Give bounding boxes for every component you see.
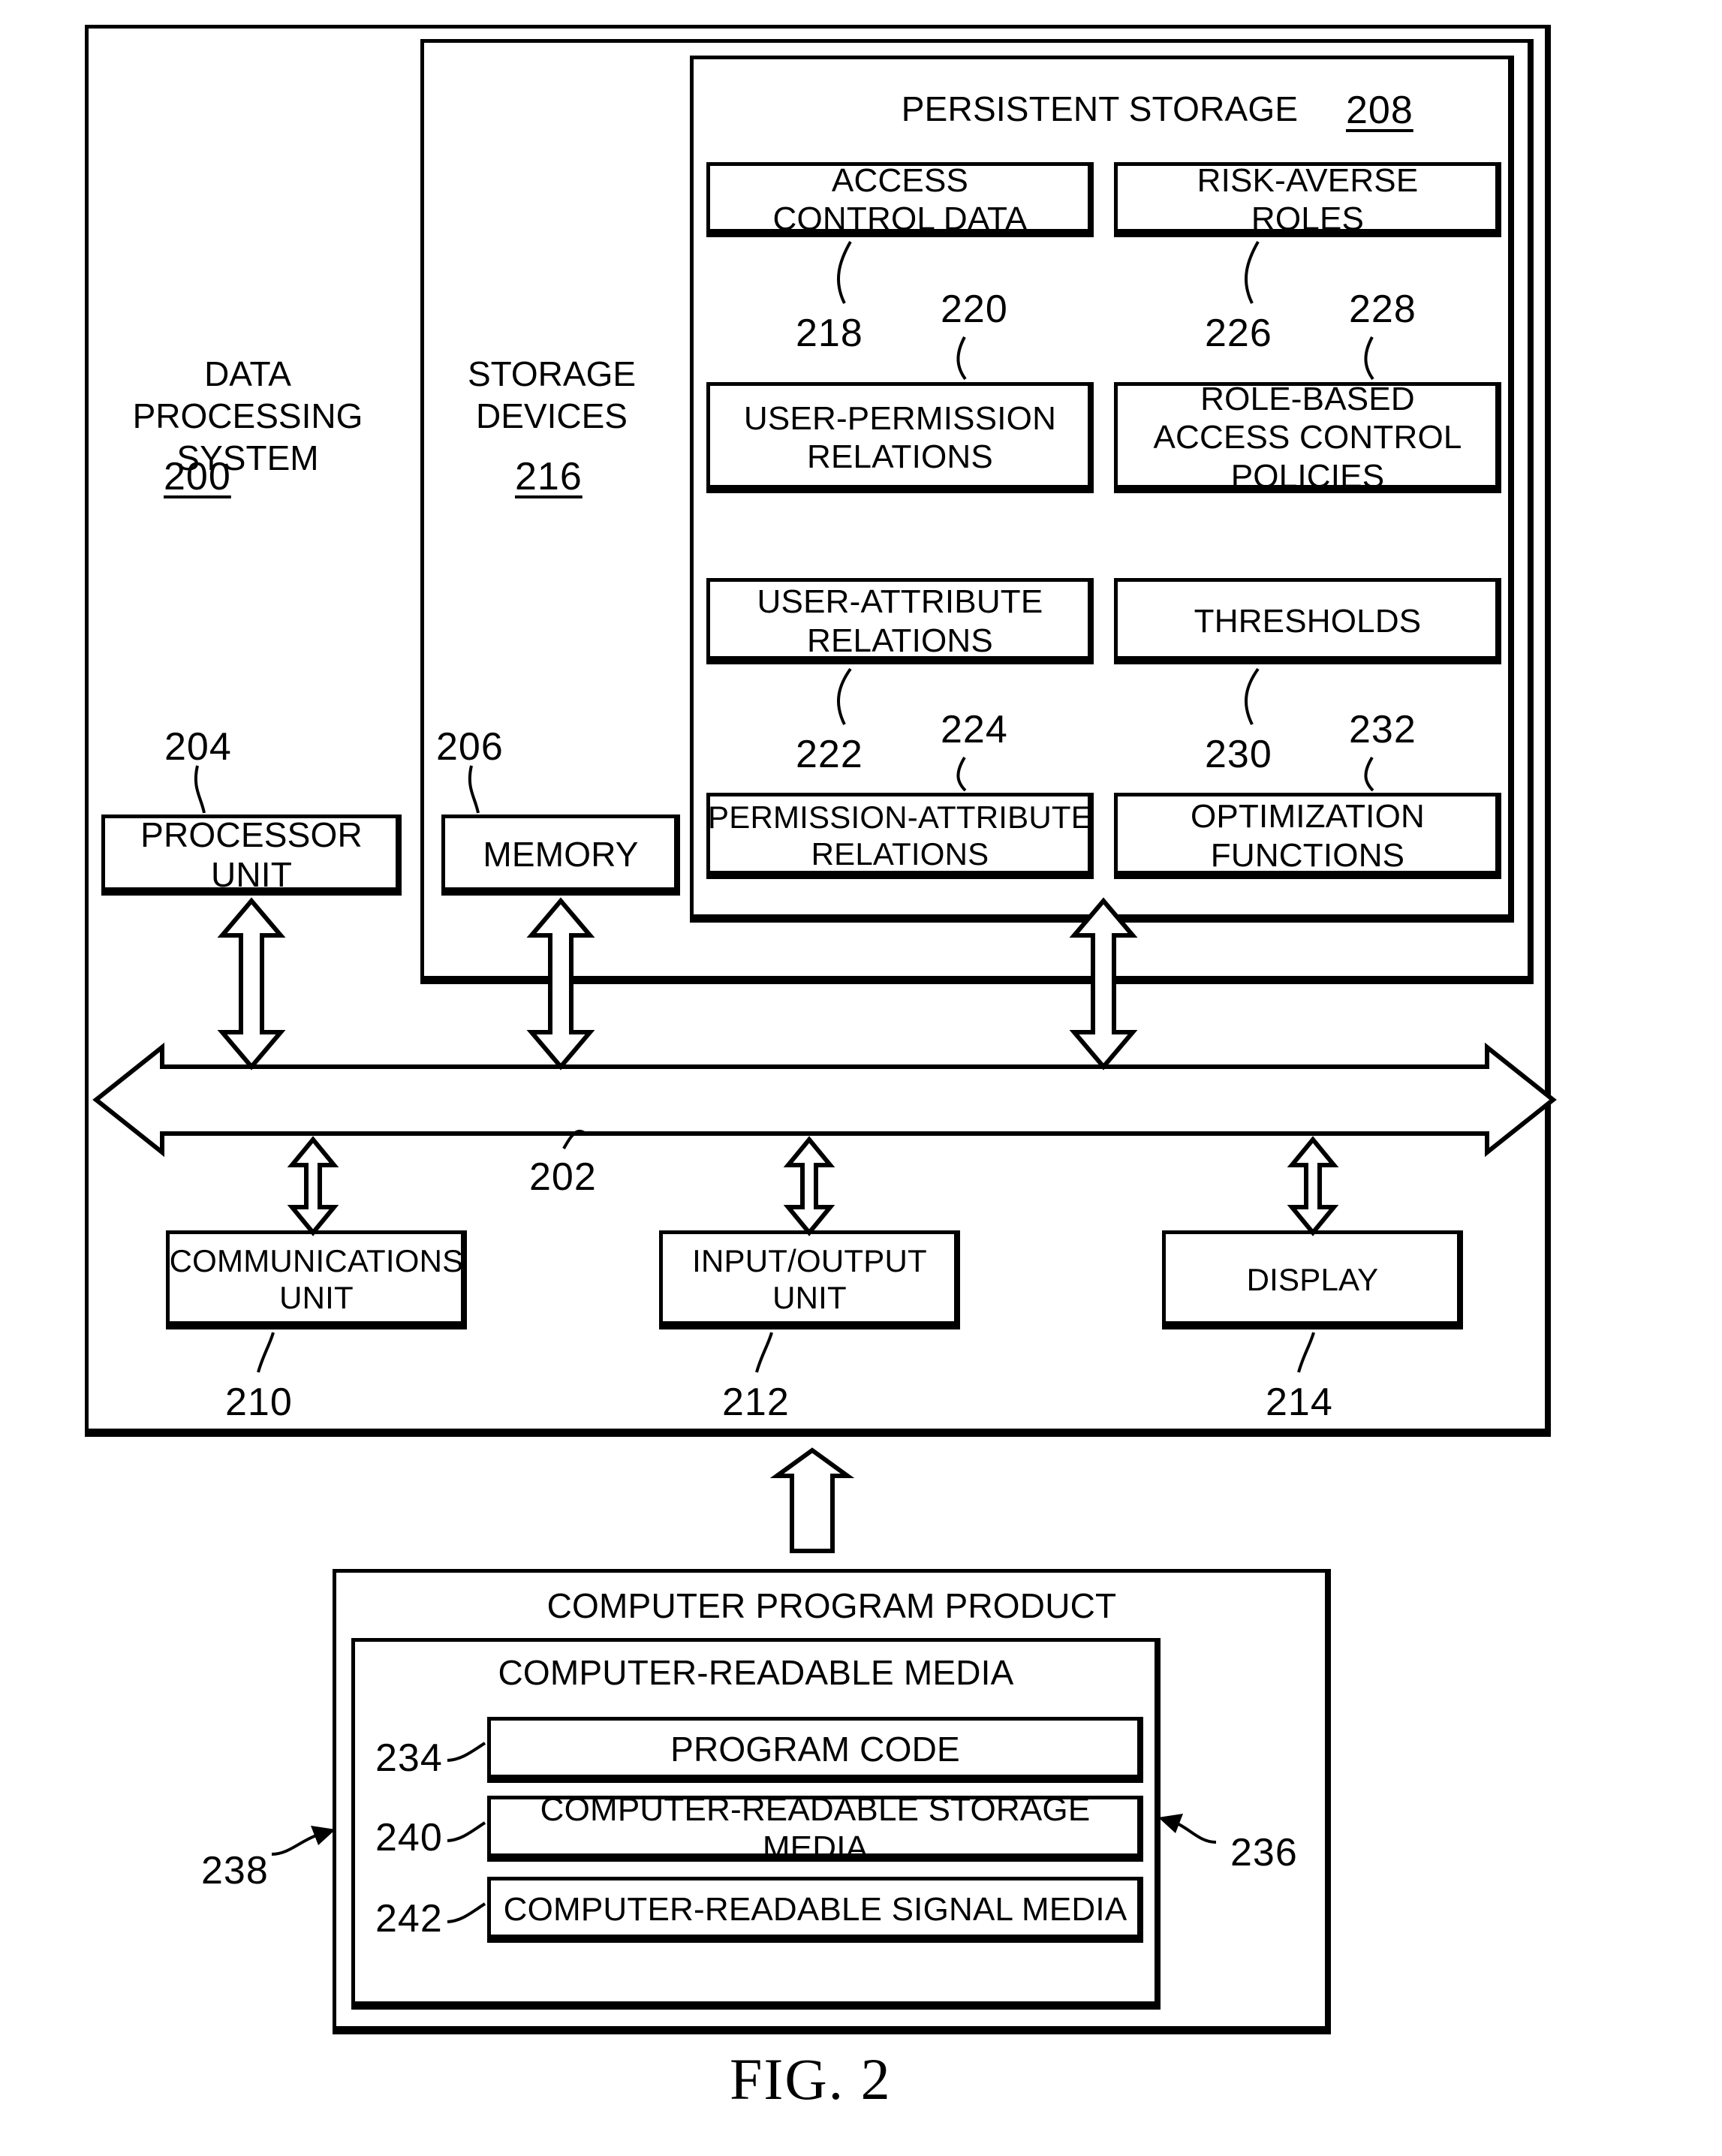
communications-unit-label: COMMUNICATIONS UNIT [169, 1243, 464, 1315]
communications-fabric-label: COMMUNICATIONS FABRIC [604, 1080, 1062, 1119]
ref-226: 226 [1205, 312, 1272, 355]
ref-214: 214 [1266, 1381, 1333, 1424]
ref-206: 206 [436, 725, 504, 769]
access-control-data-label: ACCESS CONTROL DATA [772, 161, 1028, 237]
ref-224: 224 [941, 708, 1008, 751]
ref-202: 202 [529, 1155, 597, 1199]
patent-figure-2: DATA PROCESSING SYSTEM 200 STORAGE DEVIC… [0, 0, 1722, 2156]
ref-210: 210 [225, 1381, 293, 1424]
ref-238: 238 [201, 1849, 269, 1893]
risk-averse-roles-label: RISK-AVERSE ROLES [1197, 161, 1419, 237]
ref-212: 212 [722, 1381, 790, 1424]
display-label: DISPLAY [1246, 1261, 1379, 1297]
computer-readable-storage-media-label: COMPUTER-READABLE STORAGE MEDIA [540, 1790, 1091, 1866]
ref-220: 220 [941, 288, 1008, 331]
ref-234: 234 [375, 1736, 443, 1780]
leader-238 [271, 1833, 319, 1856]
ref-236: 236 [1230, 1831, 1298, 1874]
ref-232: 232 [1349, 708, 1416, 751]
processor-unit-label: PROCESSOR UNIT [140, 815, 363, 894]
storage-devices-ref: 216 [515, 455, 583, 498]
ref-242: 242 [375, 1897, 443, 1941]
user-attribute-relations-label: USER-ATTRIBUTE RELATIONS [757, 583, 1043, 659]
figure-caption: FIG. 2 [730, 2046, 892, 2112]
computer-program-product-title: COMPUTER PROGRAM PRODUCT [546, 1586, 1117, 1626]
program-product-to-system-arrow [769, 1447, 855, 1553]
rbac-policies-label: ROLE-BASED ACCESS CONTROL POLICIES [1153, 381, 1462, 495]
ref-240: 240 [375, 1816, 443, 1859]
ref-222: 222 [796, 733, 863, 776]
data-processing-system-title: DATA PROCESSING SYSTEM [132, 354, 363, 478]
computer-readable-media-title: COMPUTER-READABLE MEDIA [498, 1653, 1014, 1693]
ref-218: 218 [796, 312, 863, 355]
persistent-storage-title: PERSISTENT STORAGE [901, 89, 1299, 129]
thresholds-label: THRESHOLDS [1194, 602, 1422, 640]
memory-label: MEMORY [483, 835, 639, 875]
program-code-label: PROGRAM CODE [670, 1730, 960, 1769]
io-unit-label: INPUT/OUTPUT UNIT [692, 1243, 927, 1315]
ref-228: 228 [1349, 288, 1416, 331]
data-processing-system-ref: 200 [164, 455, 231, 498]
optimization-functions-label: OPTIMIZATION FUNCTIONS [1190, 798, 1425, 874]
ref-230: 230 [1205, 733, 1272, 776]
storage-devices-title: STORAGE DEVICES [467, 354, 637, 436]
ref-204: 204 [164, 725, 232, 769]
permission-attribute-relations-label: PERMISSION-ATTRIBUTE RELATIONS [708, 799, 1092, 872]
user-permission-relations-label: USER-PERMISSION RELATIONS [743, 399, 1057, 475]
persistent-storage-ref: 208 [1346, 89, 1413, 132]
computer-readable-signal-media-label: COMPUTER-READABLE SIGNAL MEDIA [503, 1891, 1127, 1929]
